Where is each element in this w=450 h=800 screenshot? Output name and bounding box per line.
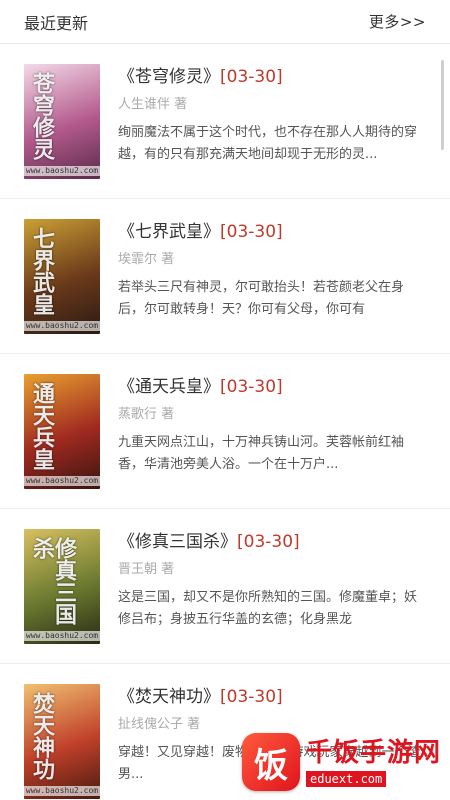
book-cover[interactable]: 通天兵皇 www.baoshu2.com	[24, 374, 100, 489]
watermark-url: eduext.com	[306, 770, 387, 787]
update-date: [03-30]	[220, 377, 283, 397]
cover-site-text: www.baoshu2.com	[24, 631, 100, 641]
more-link[interactable]: 更多>>	[369, 11, 426, 32]
book-title-text[interactable]: 《七界武皇》	[118, 222, 220, 242]
cover-title-art: 通天兵皇	[29, 382, 54, 470]
book-title[interactable]: 《苍穹修灵》[03-30]	[118, 66, 426, 88]
book-list: 苍穹修灵 www.baoshu2.com 《苍穹修灵》[03-30] 人生谁伴 著绚丽…	[0, 44, 450, 800]
list-item[interactable]: 苍穹修灵 www.baoshu2.com 《苍穹修灵》[03-30] 人生谁伴 著绚丽…	[0, 44, 450, 199]
cover-site-text: www.baoshu2.com	[24, 321, 100, 331]
book-description: 绚丽魔法不属于这个时代，也不存在那人人期待的穿越，有的只有那充满天地间却现于无形…	[118, 125, 418, 162]
section-title: 最近更新	[24, 13, 89, 33]
book-title[interactable]: 《通天兵皇》[03-30]	[118, 376, 426, 398]
book-author: 人生谁伴 著	[118, 97, 188, 112]
scrollbar[interactable]	[441, 60, 444, 150]
book-author: 蒸歌行 著	[118, 407, 175, 422]
book-author: 埃霏尔 著	[118, 252, 175, 267]
book-title[interactable]: 《焚天神功》[03-30]	[118, 686, 426, 708]
book-cover[interactable]: 七界武皇 www.baoshu2.com	[24, 219, 100, 334]
book-title[interactable]: 《七界武皇》[03-30]	[118, 221, 426, 243]
update-date: [03-30]	[220, 687, 283, 707]
cover-title-art: 七界武皇	[29, 227, 54, 315]
book-info: 《修真三国杀》[03-30] 晋王朝 著这是三国，却又不是你所熟知的三国。修魔董卓…	[118, 529, 426, 663]
book-title-text[interactable]: 《通天兵皇》	[118, 377, 220, 397]
cover-title-art: 苍穹修灵	[29, 72, 54, 160]
book-info: 《七界武皇》[03-30] 埃霏尔 著若举头三尺有神灵，尔可敢抬头！若苍颜老父在身…	[118, 219, 426, 353]
cover-title-art: 修真三国杀	[29, 537, 76, 625]
book-title-text[interactable]: 《焚天神功》	[118, 687, 220, 707]
book-cover[interactable]: 苍穹修灵 www.baoshu2.com	[24, 64, 100, 179]
cover-title-art: 焚天神功	[29, 692, 54, 780]
update-date: [03-30]	[220, 67, 283, 87]
watermark-name: 千饭手游网	[306, 737, 442, 768]
book-author: 晋王朝 著	[118, 562, 175, 577]
list-item[interactable]: 通天兵皇 www.baoshu2.com 《通天兵皇》[03-30] 蒸歌行 著九重天…	[0, 354, 450, 509]
book-info: 《通天兵皇》[03-30] 蒸歌行 著九重天网点江山，十万神兵铸山河。芙蓉帐前红袖…	[118, 374, 426, 508]
list-item[interactable]: 修真三国杀 www.baoshu2.com 《修真三国杀》[03-30] 晋王朝 著这…	[0, 509, 450, 664]
book-description: 九重天网点江山，十万神兵铸山河。芙蓉帐前红袖香，华清池旁美人浴。一个在十万户..…	[118, 435, 405, 472]
cover-site-text: www.baoshu2.com	[24, 786, 100, 796]
update-date: [03-30]	[237, 532, 300, 552]
cover-site-text: www.baoshu2.com	[24, 166, 100, 176]
book-title[interactable]: 《修真三国杀》[03-30]	[118, 531, 426, 553]
section-header: 最近更新 更多>>	[0, 0, 450, 44]
book-cover[interactable]: 修真三国杀 www.baoshu2.com	[24, 529, 100, 644]
update-date: [03-30]	[220, 222, 283, 242]
book-title-text[interactable]: 《修真三国杀》	[118, 532, 237, 552]
watermark-logo-icon: 饭	[242, 733, 300, 791]
list-item[interactable]: 七界武皇 www.baoshu2.com 《七界武皇》[03-30] 埃霏尔 著若举头…	[0, 199, 450, 354]
book-cover[interactable]: 焚天神功 www.baoshu2.com	[24, 684, 100, 799]
watermark: 饭 千饭手游网 eduext.com	[242, 730, 442, 794]
book-title-text[interactable]: 《苍穹修灵》	[118, 67, 220, 87]
book-info: 《苍穹修灵》[03-30] 人生谁伴 著绚丽魔法不属于这个时代，也不存在那人人期待…	[118, 64, 426, 198]
book-description: 若举头三尺有神灵，尔可敢抬头！若苍颜老父在身后，尔可敢转身！天？你可有父母，你可…	[118, 280, 405, 317]
cover-site-text: www.baoshu2.com	[24, 476, 100, 486]
page: 最近更新 更多>> 苍穹修灵 www.baoshu2.com 《苍穹修灵》[03-3…	[0, 0, 450, 800]
book-description: 这是三国，却又不是你所熟知的三国。修魔董卓；妖修吕布；身披五行华盖的玄德；化身黑…	[118, 590, 418, 627]
